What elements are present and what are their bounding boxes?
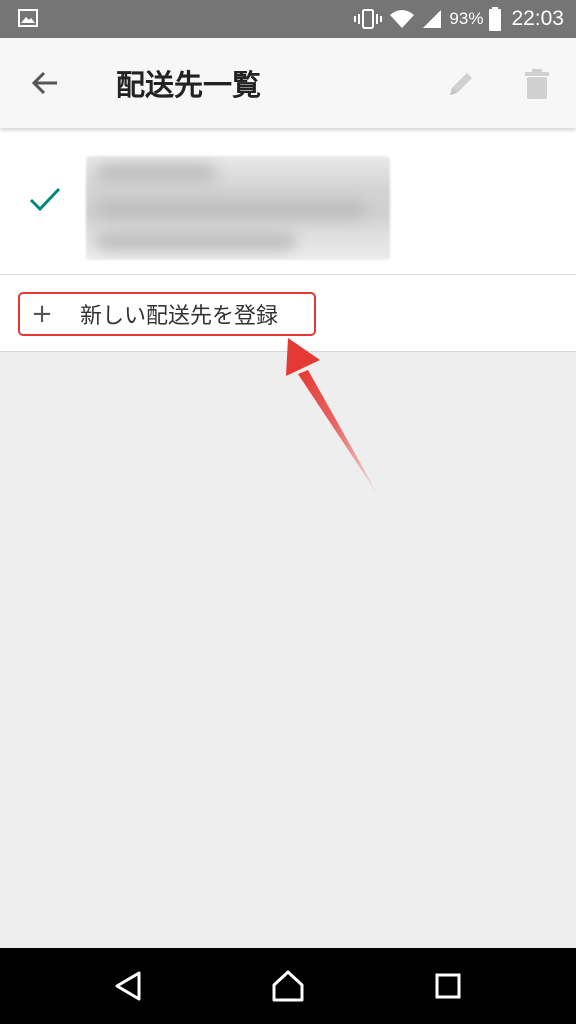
edit-button[interactable] bbox=[440, 63, 482, 105]
plus-icon: + bbox=[31, 299, 53, 329]
add-address-label: 新しい配送先を登録 bbox=[80, 304, 279, 329]
back-triangle-icon bbox=[115, 971, 141, 1001]
home-icon bbox=[272, 970, 304, 1002]
status-icons: 93% 22:03 bbox=[353, 0, 564, 38]
nav-home-button[interactable] bbox=[266, 966, 310, 1006]
trash-icon bbox=[525, 69, 549, 99]
nav-back-button[interactable] bbox=[106, 966, 150, 1006]
page-title: 配送先一覧 bbox=[116, 68, 262, 102]
recents-icon bbox=[435, 973, 461, 999]
address-redacted bbox=[86, 156, 390, 260]
wifi-icon bbox=[390, 10, 415, 28]
vibrate-icon bbox=[354, 9, 383, 29]
back-button[interactable] bbox=[24, 63, 66, 103]
delete-button[interactable] bbox=[516, 63, 558, 105]
navigation-bar bbox=[0, 948, 576, 1024]
pencil-icon bbox=[450, 73, 472, 95]
battery-percent: 93% bbox=[449, 9, 484, 28]
annotation-arrow-icon bbox=[286, 338, 380, 498]
signal-icon bbox=[423, 10, 442, 28]
status-bar: 93% 22:03 bbox=[0, 0, 576, 38]
app-toolbar: 配送先一覧 bbox=[0, 38, 576, 128]
clock: 22:03 bbox=[511, 7, 564, 30]
nav-recents-button[interactable] bbox=[426, 966, 470, 1006]
arrow-back-icon bbox=[31, 71, 57, 95]
battery-icon bbox=[489, 7, 502, 31]
address-list-item[interactable] bbox=[0, 128, 576, 275]
gallery-icon bbox=[18, 9, 38, 27]
check-icon bbox=[29, 187, 61, 212]
